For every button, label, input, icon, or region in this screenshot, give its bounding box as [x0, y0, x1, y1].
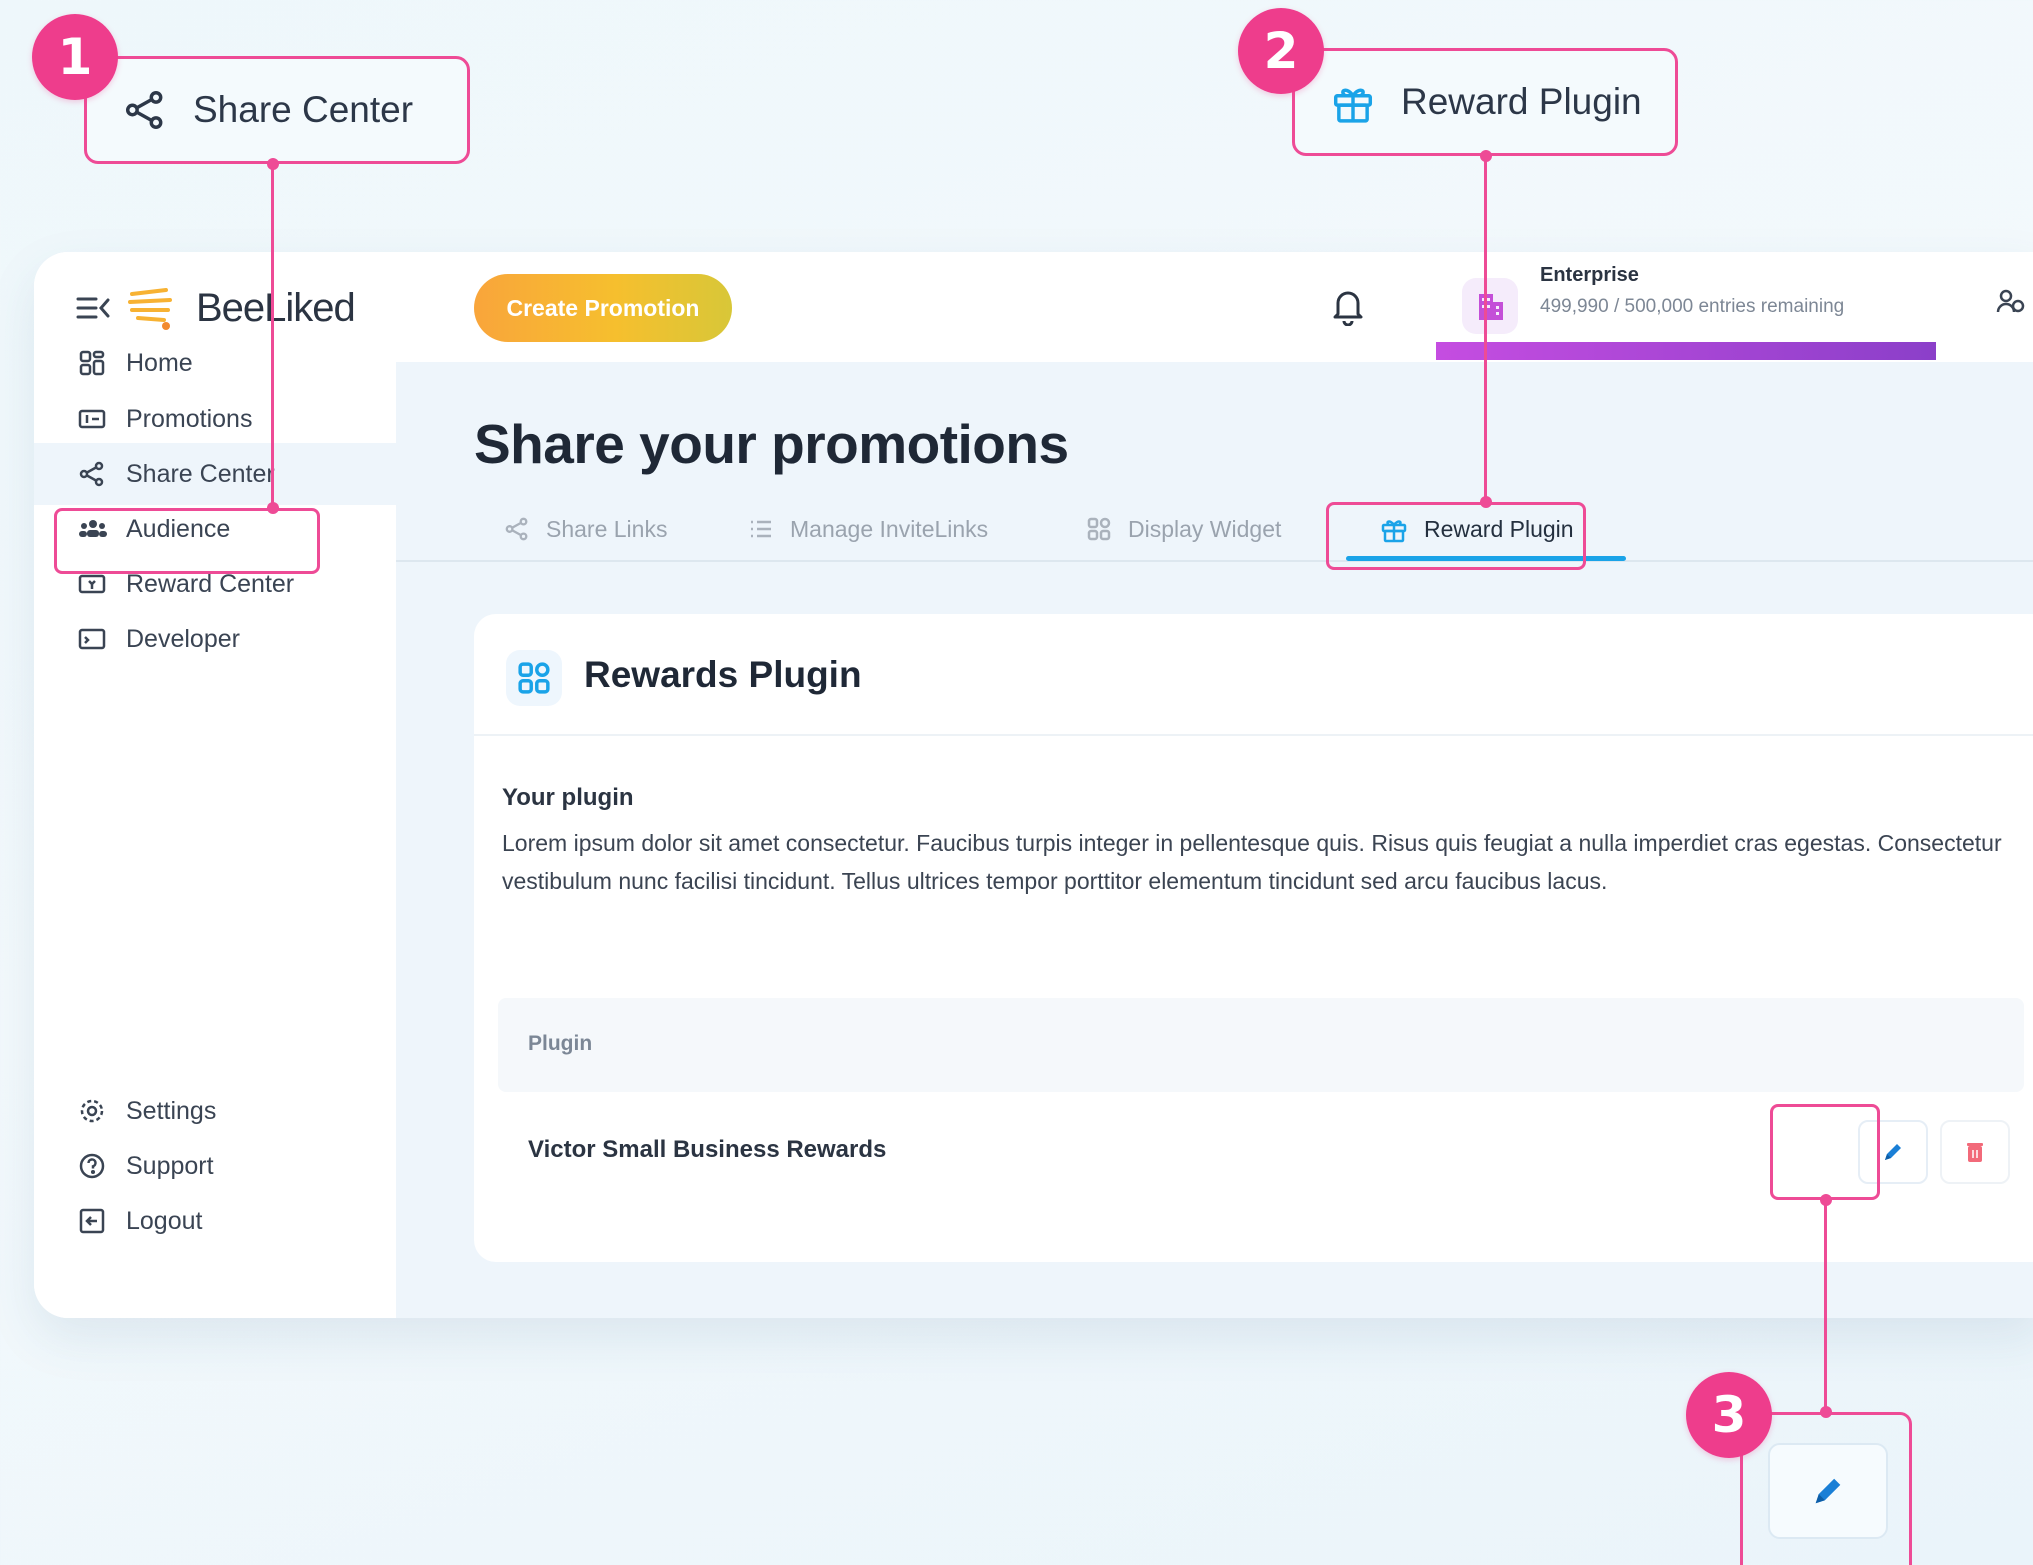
table-header: Plugin	[498, 998, 2024, 1092]
widget-icon	[506, 650, 562, 706]
callout-reward-plugin: Reward Plugin	[1292, 48, 1678, 156]
reward-icon	[78, 570, 106, 598]
tab-display-widget[interactable]: Display Widget	[1086, 502, 1281, 556]
plan-progress-bar	[1436, 342, 1936, 360]
sidebar-item-support[interactable]: Support	[34, 1135, 396, 1197]
plan-widget[interactable]: Enterprise 499,990 / 500,000 entries rem…	[1436, 252, 1936, 362]
callout-number-2: 2	[1238, 8, 1324, 94]
connector-dot	[1480, 150, 1492, 162]
tab-label: Display Widget	[1128, 515, 1282, 542]
sidebar: BeeLiked Home Promotions Share Center Au…	[34, 252, 396, 1318]
menu-collapse-icon[interactable]	[76, 293, 112, 323]
callout-label: Share Center	[193, 89, 414, 130]
highlight-edit-button	[1770, 1104, 1880, 1200]
tab-manage-invitelinks[interactable]: Manage InviteLinks	[748, 502, 988, 556]
callout-share-center: Share Center	[84, 56, 470, 164]
brand-logo[interactable]: BeeLiked	[196, 286, 356, 331]
sidebar-item-share-center[interactable]: Share Center	[34, 443, 396, 505]
bee-logo-icon	[126, 282, 182, 334]
share-icon	[504, 516, 530, 542]
terminal-icon	[78, 625, 106, 653]
share-icon	[123, 88, 167, 132]
highlight-share-center	[54, 508, 320, 574]
user-icon	[1996, 288, 2026, 314]
connector-dot	[1480, 496, 1492, 508]
connector-dot	[267, 502, 279, 514]
sidebar-item-settings[interactable]: Settings	[34, 1080, 396, 1142]
callout-edit-button	[1768, 1443, 1888, 1539]
tab-label: Manage InviteLinks	[790, 515, 989, 542]
column-header-plugin: Plugin	[528, 1032, 593, 1055]
bell-icon[interactable]	[1330, 286, 1366, 326]
plan-name: Enterprise	[1540, 264, 1639, 286]
plugin-name: Victor Small Business Rewards	[528, 1136, 887, 1163]
logout-icon	[78, 1207, 106, 1235]
tab-bar-divider	[396, 560, 2033, 562]
grid-icon	[78, 349, 106, 377]
card-header: Rewards Plugin	[474, 614, 2033, 736]
ticket-icon	[78, 405, 106, 433]
plugin-description: Lorem ipsum dolor sit amet consectetur. …	[502, 830, 2002, 894]
sidebar-item-label: Developer	[126, 624, 240, 653]
gear-icon	[78, 1097, 106, 1125]
sidebar-item-logout[interactable]: Logout	[34, 1190, 396, 1252]
delete-button[interactable]	[1940, 1120, 2010, 1184]
gift-icon	[1331, 80, 1375, 124]
app-window: BeeLiked Home Promotions Share Center Au…	[34, 252, 2033, 1318]
share-icon	[78, 460, 106, 488]
sidebar-item-label: Support	[126, 1151, 214, 1180]
tab-label: Share Links	[546, 515, 668, 542]
sidebar-item-label: Settings	[126, 1096, 217, 1125]
connector-line	[271, 164, 274, 508]
user-menu[interactable]	[1996, 288, 2033, 314]
trash-icon	[1965, 1141, 1985, 1163]
list-icon	[748, 516, 774, 542]
widget-icon	[1086, 516, 1112, 542]
create-promotion-button[interactable]: Create Promotion	[474, 274, 732, 342]
card-title: Rewards Plugin	[584, 654, 862, 695]
plan-progress-fill	[1436, 342, 1936, 360]
sidebar-item-label: Home	[126, 348, 193, 377]
sidebar-item-label: Promotions	[126, 404, 253, 433]
connector-line	[1824, 1200, 1827, 1412]
page-title: Share your promotions	[474, 413, 1069, 475]
connector-dot	[1820, 1406, 1832, 1418]
tab-share-links[interactable]: Share Links	[504, 502, 667, 556]
callout-number-3: 3	[1686, 1372, 1772, 1458]
section-label: Your plugin	[502, 784, 634, 811]
sidebar-item-promotions[interactable]: Promotions	[34, 388, 396, 450]
connector-line	[1484, 156, 1487, 502]
plan-entries: 499,990 / 500,000 entries remaining	[1540, 296, 1845, 317]
building-icon	[1462, 278, 1518, 334]
callout-label: Reward Plugin	[1401, 81, 1642, 122]
pencil-icon	[1808, 1471, 1848, 1511]
sidebar-item-label: Share Center	[126, 459, 275, 488]
connector-dot	[1820, 1194, 1832, 1206]
help-icon	[78, 1152, 106, 1180]
sidebar-item-label: Logout	[126, 1206, 203, 1235]
sidebar-item-developer[interactable]: Developer	[34, 608, 396, 670]
highlight-reward-plugin	[1326, 502, 1586, 570]
brand-row: BeeLiked	[76, 282, 356, 334]
callout-number-1: 1	[32, 14, 118, 100]
topbar: Create Promotion Enterprise 499,990 / 50…	[396, 252, 2033, 362]
sidebar-item-home[interactable]: Home	[34, 332, 396, 394]
connector-dot	[267, 158, 279, 170]
pencil-icon	[1880, 1139, 1906, 1165]
